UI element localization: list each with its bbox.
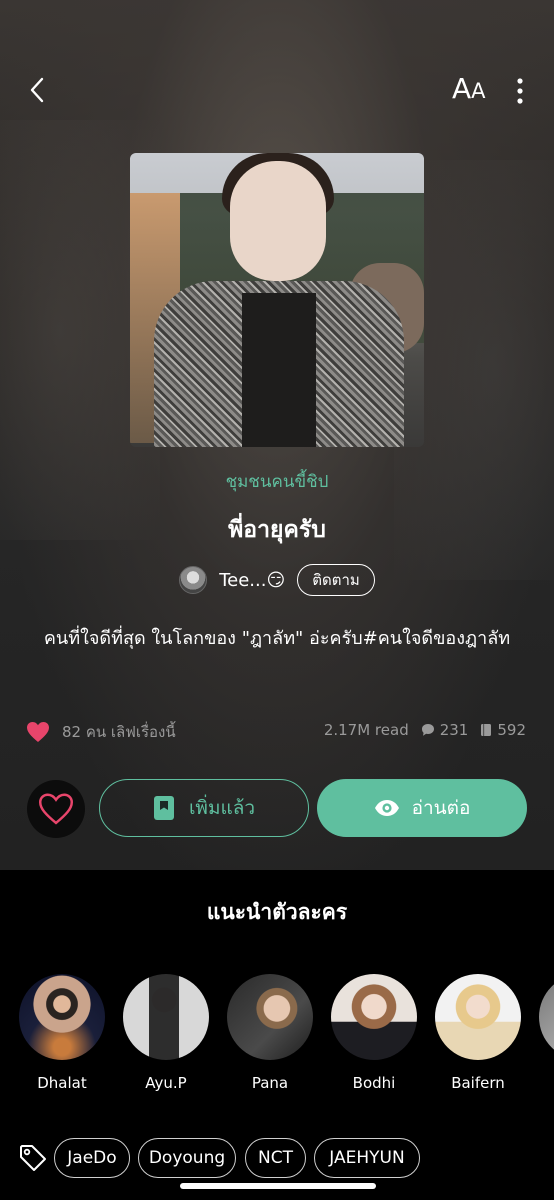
more-options-button[interactable] (508, 74, 532, 108)
tag-icon (20, 1145, 46, 1171)
follow-button[interactable]: ติดตาม (297, 564, 375, 596)
characters-title: แนะนำตัวละคร (206, 900, 348, 924)
story-title: พี่อายุครับ (228, 517, 326, 543)
tag-chip[interactable]: JaeDo (54, 1138, 130, 1178)
love-count-text: 82 คน เลิฟเรื่องนี้ (62, 723, 176, 741)
right-stats: 2.17M read 231 592 (324, 721, 526, 739)
top-bar: AA (0, 60, 554, 120)
tag-row: JaeDo Doyoung NCT JAEHYUN (0, 1138, 554, 1178)
story-description: คนที่ใจดีที่สุด ในโลกของ "ฎาลัท" อ่ะครับ… (43, 628, 511, 649)
character-item[interactable]: Ayu.P (121, 974, 211, 1092)
heart-outline-icon (38, 793, 74, 825)
story-category[interactable]: ชุมชนคนขี้ชิป (0, 468, 554, 495)
continue-reading-button[interactable]: อ่านต่อ (317, 779, 527, 837)
character-item[interactable]: Baifern (433, 974, 523, 1092)
love-button[interactable] (27, 780, 85, 838)
tag-chip[interactable]: JAEHYUN (314, 1138, 420, 1178)
story-stats: 82 คน เลิฟเรื่องนี้ 2.17M read 231 592 (0, 718, 554, 746)
character-avatar (19, 974, 105, 1060)
home-indicator (180, 1183, 376, 1189)
eye-icon (374, 800, 399, 816)
character-avatar (227, 974, 313, 1060)
character-name: Ayu.P (145, 1074, 187, 1092)
read-label: อ่านต่อ (411, 797, 471, 819)
character-item[interactable]: Pana (225, 974, 315, 1092)
font-size-big-glyph: A (452, 72, 472, 105)
added-label: เพิ่มแล้ว (188, 797, 256, 819)
heart-icon (27, 722, 49, 742)
tag-chip[interactable]: NCT (245, 1138, 306, 1178)
character-item[interactable]: Dhalat (17, 974, 107, 1092)
character-avatar (435, 974, 521, 1060)
author-row: Tee...😏 ติดตาม (0, 563, 554, 597)
character-item[interactable]: Bodhi (329, 974, 419, 1092)
comment-icon (421, 724, 434, 736)
chapter-icon (481, 724, 492, 736)
character-avatar (539, 974, 554, 1060)
book-icon (153, 796, 174, 820)
read-count: 2.17M read (323, 721, 409, 739)
action-bar: เพิ่มแล้ว อ่านต่อ (0, 778, 554, 840)
author-avatar[interactable] (179, 566, 208, 594)
comment-count: 231 (439, 721, 469, 739)
character-avatar (331, 974, 417, 1060)
character-avatar (123, 974, 209, 1060)
back-button[interactable] (24, 74, 54, 106)
font-size-small-glyph: A (471, 79, 486, 103)
character-name: Baifern (451, 1074, 505, 1092)
character-name: Bodhi (352, 1074, 396, 1092)
love-count: 82 คน เลิฟเรื่องนี้ (26, 720, 176, 744)
more-vertical-icon (517, 78, 523, 104)
character-name: Pana (251, 1074, 289, 1092)
character-name: Dhalat (37, 1074, 87, 1092)
character-item[interactable] (537, 974, 554, 1060)
added-to-shelf-button[interactable]: เพิ่มแล้ว (99, 779, 309, 837)
chevron-left-icon (30, 77, 44, 103)
author-name[interactable]: Tee...😏 (219, 570, 285, 591)
character-list[interactable]: Dhalat Ayu.P Pana Bodhi Baifern (0, 974, 554, 1104)
story-cover-image (130, 153, 424, 447)
chapter-count: 592 (497, 721, 526, 739)
tag-chip[interactable]: Doyoung (138, 1138, 236, 1178)
font-size-button[interactable]: AA (452, 72, 486, 108)
